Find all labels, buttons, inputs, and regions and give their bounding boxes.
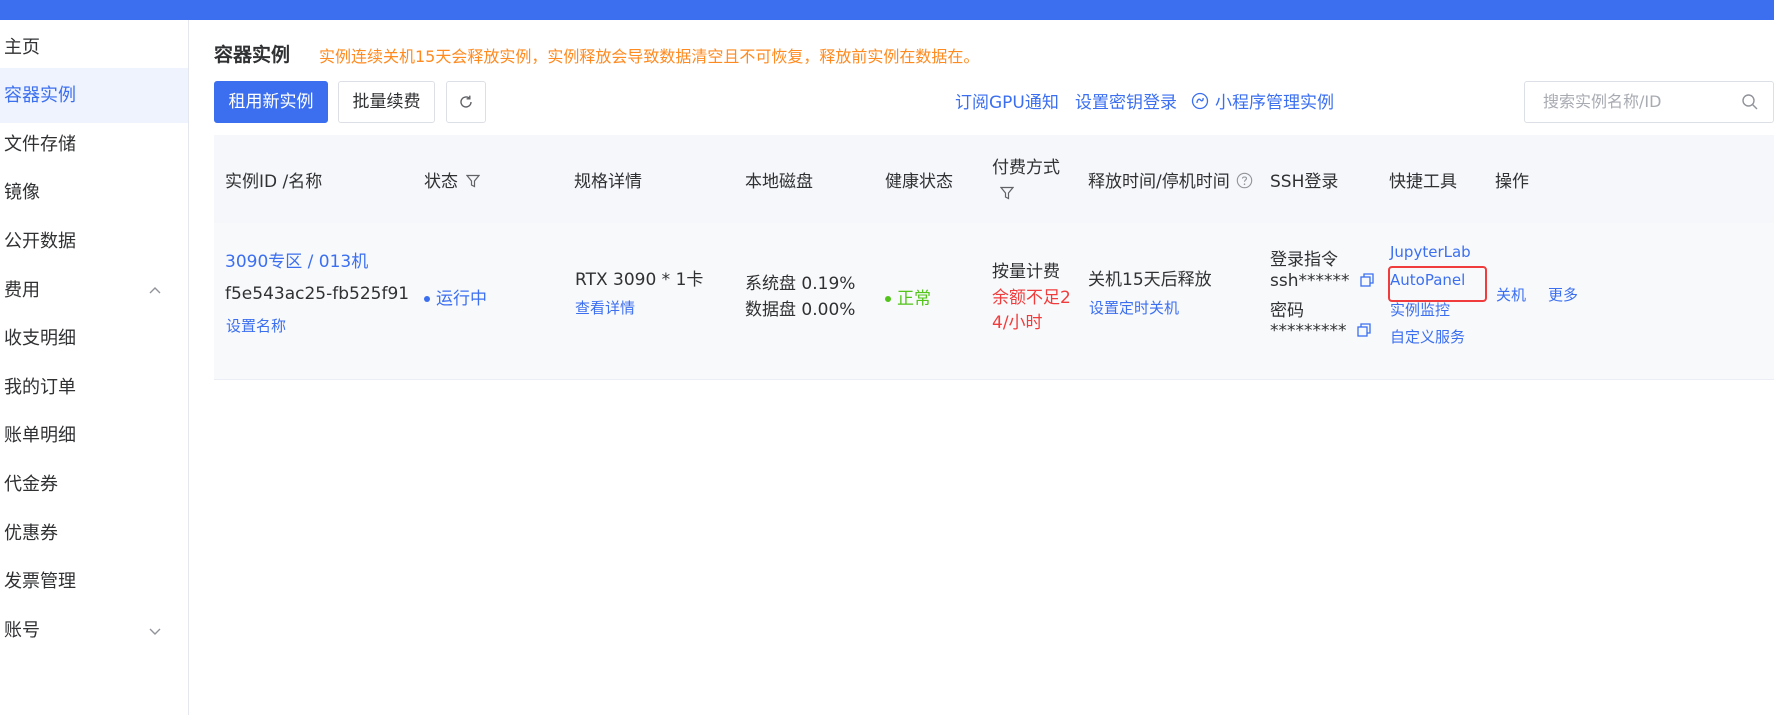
chevron-down-icon bbox=[148, 603, 162, 658]
health-badge: 正常 bbox=[885, 284, 931, 309]
batch-renew-button[interactable]: 批量续费 bbox=[338, 81, 435, 123]
col-spec: 规格详情 bbox=[574, 172, 642, 192]
copy-icon[interactable] bbox=[1356, 323, 1371, 337]
more-link[interactable]: 更多 bbox=[1548, 284, 1578, 305]
instance-name-link[interactable]: 3090专区 / 013机 bbox=[225, 247, 368, 272]
status-dot bbox=[424, 296, 430, 302]
spec-text: RTX 3090 * 1卡 bbox=[575, 270, 704, 290]
copy-icon[interactable] bbox=[1359, 273, 1374, 287]
instance-monitor-link[interactable]: 实例监控 bbox=[1390, 299, 1450, 320]
ssh-command-label: 登录指令 bbox=[1270, 250, 1338, 270]
sidebar-item-container-instances[interactable]: 容器实例 bbox=[0, 68, 188, 123]
sidebar-item-public-data[interactable]: 公开数据 bbox=[0, 214, 188, 269]
filter-icon[interactable] bbox=[1000, 186, 1060, 200]
sidebar-item-invoices[interactable]: 发票管理 bbox=[0, 554, 188, 609]
help-icon[interactable] bbox=[1236, 172, 1253, 189]
mini-program-link[interactable]: 小程序管理实例 bbox=[1191, 88, 1334, 113]
refresh-icon bbox=[458, 94, 474, 110]
sidebar-item-bills[interactable]: 账单明细 bbox=[0, 408, 188, 463]
ssh-command: ssh****** bbox=[1270, 271, 1374, 291]
sidebar-item-transactions[interactable]: 收支明细 bbox=[0, 311, 188, 366]
refresh-button[interactable] bbox=[446, 81, 486, 123]
shutdown-link[interactable]: 关机 bbox=[1496, 284, 1526, 305]
filter-icon[interactable] bbox=[466, 174, 480, 188]
instance-id: f5e543ac25-fb525f91 bbox=[225, 284, 410, 304]
password-label: 密码 bbox=[1270, 301, 1304, 321]
billing-warning: 余额不足2 bbox=[992, 288, 1071, 308]
release-notice: 实例连续关机15天会释放实例，实例释放会导致数据清空且不可恢复，释放前实例在数据… bbox=[319, 47, 980, 66]
search-icon[interactable] bbox=[1741, 93, 1759, 111]
col-ssh: SSH登录 bbox=[1270, 172, 1339, 192]
sidebar-item-orders[interactable]: 我的订单 bbox=[0, 360, 188, 415]
table-header: 实例ID /名称 状态 规格详情 本地磁盘 健康状态 付费方式 释放时间/停机时… bbox=[214, 135, 1774, 223]
sidebar-item-file-storage[interactable]: 文件存储 bbox=[0, 117, 188, 172]
chevron-up-icon bbox=[148, 263, 162, 318]
col-disk: 本地磁盘 bbox=[745, 172, 813, 192]
search-input[interactable] bbox=[1543, 92, 1733, 111]
release-time: 关机15天后释放 bbox=[1088, 270, 1212, 290]
page-title: 容器实例 bbox=[214, 44, 291, 66]
col-billing[interactable]: 付费方式 bbox=[992, 153, 1060, 200]
col-release: 释放时间/停机时间 bbox=[1088, 167, 1253, 192]
col-health: 健康状态 bbox=[885, 172, 953, 192]
autopanel-link[interactable]: AutoPanel bbox=[1390, 271, 1465, 289]
sidebar: 主页 容器实例 文件存储 镜像 公开数据 费用 收支明细 我的订单 账单明细 代… bbox=[0, 20, 189, 715]
sidebar-item-account[interactable]: 账号 bbox=[0, 603, 188, 658]
col-actions: 操作 bbox=[1495, 172, 1529, 192]
billing-warning-cont: 4/小时 bbox=[992, 313, 1043, 333]
status-badge: 运行中 bbox=[424, 284, 487, 309]
data-disk: 数据盘 0.00% bbox=[745, 300, 856, 320]
col-tools: 快捷工具 bbox=[1389, 172, 1457, 192]
main-content: 容器实例 实例连续关机15天会释放实例，实例释放会导致数据清空且不可恢复，释放前… bbox=[189, 20, 1774, 715]
subscribe-gpu-link[interactable]: 订阅GPU通知 bbox=[955, 88, 1059, 113]
col-status[interactable]: 状态 bbox=[424, 167, 480, 192]
jupyterlab-link[interactable]: JupyterLab bbox=[1390, 243, 1471, 261]
sidebar-item-images[interactable]: 镜像 bbox=[0, 165, 188, 220]
custom-service-link[interactable]: 自定义服务 bbox=[1390, 326, 1465, 347]
top-bar bbox=[0, 0, 1774, 20]
view-detail-link[interactable]: 查看详情 bbox=[575, 297, 635, 318]
mini-program-icon bbox=[1191, 92, 1209, 110]
set-name-link[interactable]: 设置名称 bbox=[226, 315, 286, 336]
sidebar-item-home[interactable]: 主页 bbox=[0, 20, 188, 75]
search-box[interactable] bbox=[1524, 81, 1774, 123]
rent-new-instance-button[interactable]: 租用新实例 bbox=[214, 81, 328, 123]
instance-table: 实例ID /名称 状态 规格详情 本地磁盘 健康状态 付费方式 释放时间/停机时… bbox=[214, 135, 1774, 380]
password-value: ********* bbox=[1270, 321, 1371, 341]
sidebar-item-vouchers[interactable]: 代金券 bbox=[0, 457, 188, 512]
sidebar-item-billing[interactable]: 费用 bbox=[0, 263, 188, 318]
health-dot bbox=[885, 296, 891, 302]
system-disk: 系统盘 0.19% bbox=[745, 274, 856, 294]
col-id-name: 实例ID /名称 bbox=[225, 172, 323, 192]
table-row: 3090专区 / 013机 f5e543ac25-fb525f91 设置名称 运… bbox=[214, 223, 1774, 380]
set-timer-shutdown-link[interactable]: 设置定时关机 bbox=[1089, 297, 1179, 318]
sidebar-item-coupons[interactable]: 优惠券 bbox=[0, 506, 188, 561]
set-key-login-link[interactable]: 设置密钥登录 bbox=[1075, 88, 1177, 113]
billing-method: 按量计费 bbox=[992, 262, 1060, 282]
